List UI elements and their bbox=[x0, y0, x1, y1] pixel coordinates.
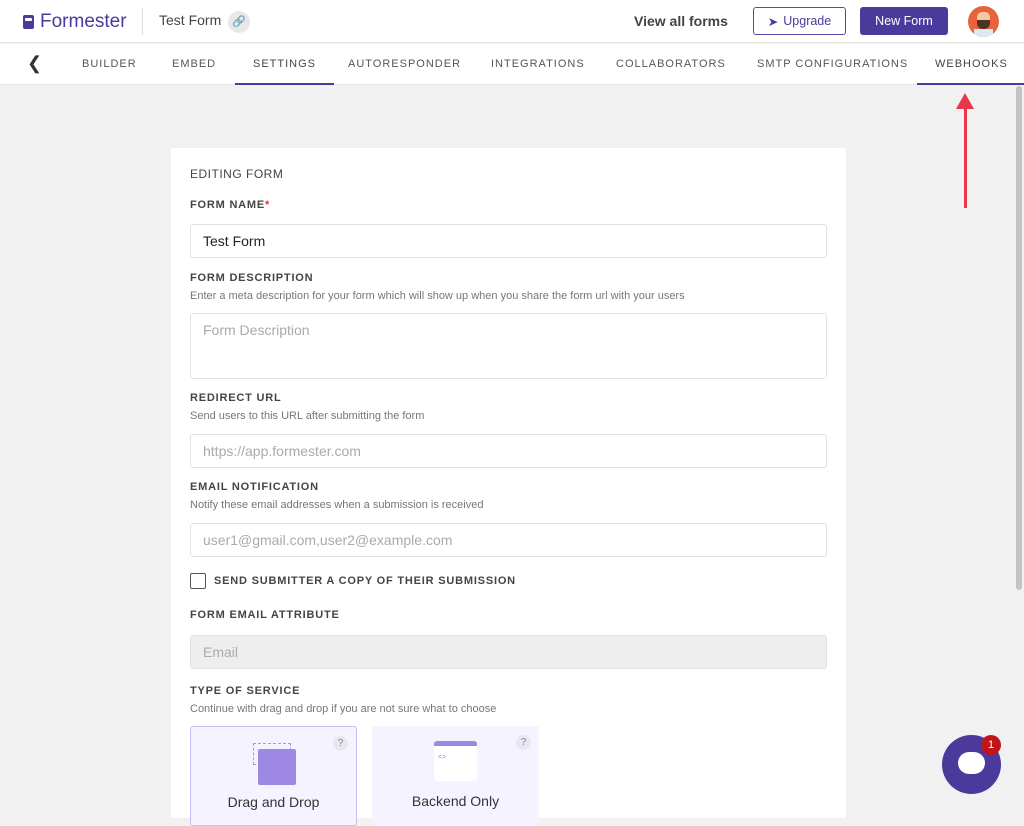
avatar[interactable] bbox=[968, 6, 999, 37]
chat-bubble-icon bbox=[958, 752, 985, 774]
tab-bar: ❮ BUILDER EMBED SETTINGS AUTORESPONDER I… bbox=[0, 44, 1024, 85]
form-description-label: FORM DESCRIPTION bbox=[190, 272, 314, 284]
form-description-help: Enter a meta description for your form w… bbox=[190, 290, 685, 302]
type-of-service-help: Continue with drag and drop if you are n… bbox=[190, 703, 497, 715]
email-notification-label: EMAIL NOTIFICATION bbox=[190, 481, 319, 493]
drag-drop-icon-panel bbox=[258, 749, 296, 785]
tab-embed[interactable]: EMBED bbox=[154, 44, 234, 85]
tab-webhooks[interactable]: WEBHOOKS bbox=[917, 44, 1024, 85]
redirect-url-label: REDIRECT URL bbox=[190, 392, 282, 404]
tab-collaborators[interactable]: COLLABORATORS bbox=[598, 44, 744, 85]
back-chevron-icon[interactable]: ❮ bbox=[27, 53, 42, 74]
tab-smtp-configurations[interactable]: SMTP CONFIGURATIONS bbox=[739, 44, 926, 85]
annotation-arrow bbox=[964, 98, 967, 208]
email-notification-help: Notify these email addresses when a subm… bbox=[190, 499, 484, 511]
form-description-input[interactable]: Form Description bbox=[190, 313, 827, 379]
form-email-attribute-select[interactable]: Email bbox=[190, 635, 827, 669]
form-email-attribute-label: FORM EMAIL ATTRIBUTE bbox=[190, 609, 340, 621]
redirect-url-input[interactable]: https://app.formester.com bbox=[190, 434, 827, 468]
rocket-icon: ➤ bbox=[767, 14, 779, 29]
service-backend-only[interactable]: ? <> Backend Only bbox=[372, 726, 539, 826]
tab-builder[interactable]: BUILDER bbox=[64, 44, 155, 85]
section-title: EDITING FORM bbox=[190, 167, 284, 181]
tab-settings[interactable]: SETTINGS bbox=[235, 44, 335, 85]
tab-autoresponder[interactable]: AUTORESPONDER bbox=[330, 44, 479, 85]
code-window-icon: <> bbox=[434, 741, 477, 781]
form-title: Test Form bbox=[159, 12, 222, 28]
help-icon[interactable]: ? bbox=[516, 735, 531, 750]
view-all-forms-link[interactable]: View all forms bbox=[634, 13, 728, 29]
settings-card: EDITING FORM FORM NAME* Test Form FORM D… bbox=[171, 148, 846, 826]
form-name-label: FORM NAME* bbox=[190, 199, 271, 211]
brand-logo[interactable]: Formester bbox=[23, 11, 127, 33]
send-copy-checkbox[interactable] bbox=[190, 573, 206, 589]
email-notification-input[interactable]: user1@gmail.com,user2@example.com bbox=[190, 523, 827, 557]
logo-icon bbox=[23, 15, 34, 29]
new-form-button[interactable]: New Form bbox=[860, 7, 948, 35]
redirect-url-help: Send users to this URL after submitting … bbox=[190, 410, 425, 422]
brand-name: Formester bbox=[40, 11, 127, 32]
divider bbox=[142, 8, 143, 35]
scrollbar[interactable] bbox=[1016, 86, 1022, 590]
tab-integrations[interactable]: INTEGRATIONS bbox=[473, 44, 603, 85]
upgrade-label: Upgrade bbox=[783, 14, 832, 28]
chat-notification-badge: 1 bbox=[981, 735, 1001, 755]
top-bar: Formester Test Form 🔗 View all forms ➤ Up… bbox=[0, 0, 1024, 43]
service-label: Backend Only bbox=[411, 793, 500, 809]
link-icon[interactable]: 🔗 bbox=[228, 11, 250, 33]
service-drag-and-drop[interactable]: ? Drag and Drop bbox=[190, 726, 357, 826]
type-of-service-label: TYPE OF SERVICE bbox=[190, 685, 301, 697]
service-label: Drag and Drop bbox=[227, 794, 320, 810]
help-icon[interactable]: ? bbox=[333, 736, 348, 751]
send-copy-label[interactable]: SEND SUBMITTER A COPY OF THEIR SUBMISSIO… bbox=[214, 575, 516, 587]
upgrade-button[interactable]: ➤ Upgrade bbox=[753, 7, 846, 35]
form-name-input[interactable]: Test Form bbox=[190, 224, 827, 258]
